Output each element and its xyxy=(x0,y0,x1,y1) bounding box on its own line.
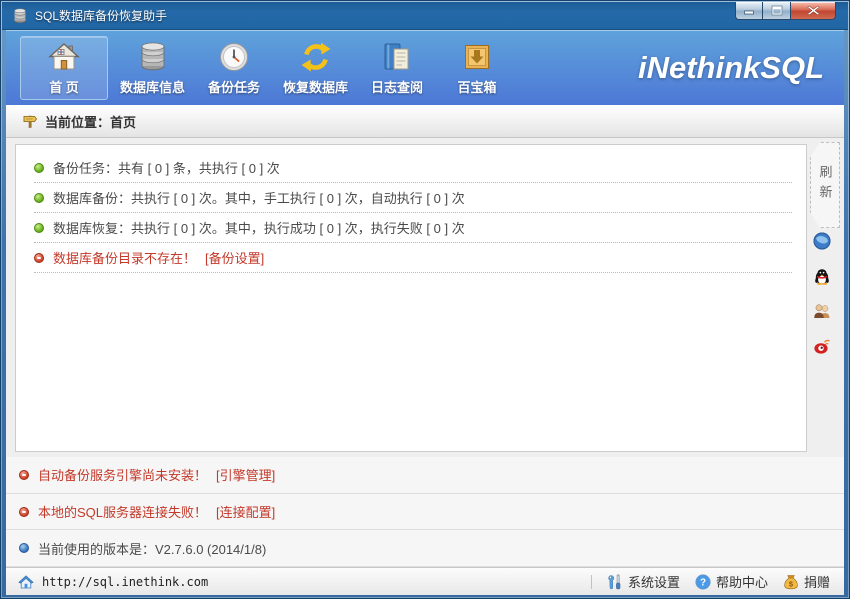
toolbar-item-database-info[interactable]: 数据库信息 xyxy=(114,36,191,100)
app-body: 首 页 数据库信息 xyxy=(6,30,844,593)
toolbar-item-restore-database[interactable]: 恢复数据库 xyxy=(277,36,354,100)
maximize-button[interactable] xyxy=(763,2,790,20)
minimize-button[interactable] xyxy=(735,2,763,20)
info-bullet-icon xyxy=(19,543,29,553)
toolbar-item-label: 首 页 xyxy=(49,77,79,96)
close-button[interactable] xyxy=(790,2,836,20)
main-area: 备份任务：共有 [ 0 ] 条，共执行 [ 0 ] 次 数据库备份：共执行 [ … xyxy=(6,138,844,457)
close-icon xyxy=(807,5,820,16)
connection-config-link[interactable]: [连接配置] xyxy=(216,502,275,521)
website-globe-icon[interactable] xyxy=(813,232,831,250)
title-bar[interactable]: SQL数据库备份恢复助手 xyxy=(2,2,848,30)
divider xyxy=(591,575,592,589)
toolbar-item-label: 恢复数据库 xyxy=(283,77,348,96)
status-row-backup-tasks: 备份任务：共有 [ 0 ] 条，共执行 [ 0 ] 次 xyxy=(34,153,792,183)
breadcrumb: 当前位置：首页 xyxy=(6,105,844,138)
alert-row-engine-missing: 自动备份服务引擎尚未安装！ [引擎管理] xyxy=(6,457,844,494)
toolbox-icon xyxy=(461,41,493,73)
ok-bullet-icon xyxy=(34,193,44,203)
tools-icon xyxy=(607,574,623,590)
brand-logo: iNethinkSQL xyxy=(638,50,824,86)
system-settings-button[interactable]: 系统设置 xyxy=(607,572,680,591)
status-link-label: 捐赠 xyxy=(804,572,830,591)
website-url[interactable]: http://sql.inethink.com xyxy=(42,575,208,589)
app-window: SQL数据库备份恢复助手 xyxy=(0,0,850,599)
ok-bullet-icon xyxy=(34,223,44,233)
toolbar-item-home[interactable]: 首 页 xyxy=(20,36,108,100)
money-bag-icon: $ xyxy=(783,574,799,590)
error-bullet-icon xyxy=(19,470,29,480)
toolbar-item-log-view[interactable]: 日志查阅 xyxy=(360,36,434,100)
alert-section: 自动备份服务引擎尚未安装！ [引擎管理] 本地的SQL服务器连接失败！ [连接配… xyxy=(6,457,844,567)
refresh-tab[interactable]: 刷新 xyxy=(810,142,840,228)
window-title: SQL数据库备份恢复助手 xyxy=(35,7,167,24)
status-links: 系统设置 ? 帮助中心 $ 捐赠 xyxy=(591,572,830,591)
toolbar-item-backup-tasks[interactable]: 备份任务 xyxy=(197,36,271,100)
alert-text: 自动备份服务引擎尚未安装！ xyxy=(38,465,207,484)
status-row-database-restore: 数据库恢复：共执行 [ 0 ] 次。其中，执行成功 [ 0 ] 次，执行失败 [… xyxy=(34,213,792,243)
status-text: 数据库恢复：共执行 [ 0 ] 次。其中，执行成功 [ 0 ] 次，执行失败 [… xyxy=(53,218,465,237)
status-panel: 备份任务：共有 [ 0 ] 条，共执行 [ 0 ] 次 数据库备份：共执行 [ … xyxy=(15,144,807,452)
main-toolbar: 首 页 数据库信息 xyxy=(6,30,844,105)
version-row: 当前使用的版本是：V2.7.6.0 (2014/1/8) xyxy=(6,530,844,567)
version-text: 当前使用的版本是：V2.7.6.0 (2014/1/8) xyxy=(38,539,266,558)
backup-settings-link[interactable]: [备份设置] xyxy=(205,248,264,267)
status-link-label: 帮助中心 xyxy=(716,572,768,591)
log-icon xyxy=(381,41,413,73)
clock-icon xyxy=(218,41,250,73)
database-app-icon xyxy=(12,8,28,24)
status-text: 数据库备份：共执行 [ 0 ] 次。其中，手工执行 [ 0 ] 次，自动执行 [… xyxy=(53,188,465,207)
error-bullet-icon xyxy=(34,253,44,263)
ok-bullet-icon xyxy=(34,163,44,173)
home-link-icon xyxy=(18,574,34,590)
refresh-label: 刷新 xyxy=(816,165,835,205)
maximize-icon xyxy=(771,5,783,16)
window-controls xyxy=(735,2,836,20)
engine-manage-link[interactable]: [引擎管理] xyxy=(216,465,275,484)
restore-icon xyxy=(300,41,332,73)
status-bar: http://sql.inethink.com 系统设置 xyxy=(6,567,844,595)
minimize-icon xyxy=(743,6,755,16)
toolbar-item-label: 备份任务 xyxy=(208,77,260,96)
status-text: 数据库备份目录不存在！ xyxy=(53,248,196,267)
toolbar-item-label: 日志查阅 xyxy=(371,77,423,96)
status-row-database-backup: 数据库备份：共执行 [ 0 ] 次。其中，手工执行 [ 0 ] 次，自动执行 [… xyxy=(34,183,792,213)
qq-icon[interactable] xyxy=(813,267,831,285)
status-row-backup-dir-missing: 数据库备份目录不存在！ [备份设置] xyxy=(34,243,792,273)
signpost-icon xyxy=(22,113,38,129)
status-link-label: 系统设置 xyxy=(628,572,680,591)
weibo-icon[interactable] xyxy=(813,337,831,355)
right-sidebar: 刷新 xyxy=(806,138,844,457)
alert-text: 本地的SQL服务器连接失败！ xyxy=(38,502,207,521)
error-bullet-icon xyxy=(19,507,29,517)
database-icon xyxy=(137,41,169,73)
help-icon: ? xyxy=(695,574,711,590)
toolbar-item-label: 百宝箱 xyxy=(458,77,497,96)
contacts-icon[interactable] xyxy=(813,302,831,320)
svg-text:?: ? xyxy=(700,577,706,588)
toolbar-item-toolbox[interactable]: 百宝箱 xyxy=(440,36,514,100)
help-center-button[interactable]: ? 帮助中心 xyxy=(695,572,768,591)
status-text: 备份任务：共有 [ 0 ] 条，共执行 [ 0 ] 次 xyxy=(53,158,280,177)
breadcrumb-text: 当前位置：首页 xyxy=(45,112,136,131)
sidebar-icons xyxy=(806,232,838,355)
toolbar-item-label: 数据库信息 xyxy=(120,77,185,96)
home-icon xyxy=(48,41,80,73)
donate-button[interactable]: $ 捐赠 xyxy=(783,572,830,591)
alert-row-sql-connect-failed: 本地的SQL服务器连接失败！ [连接配置] xyxy=(6,494,844,531)
